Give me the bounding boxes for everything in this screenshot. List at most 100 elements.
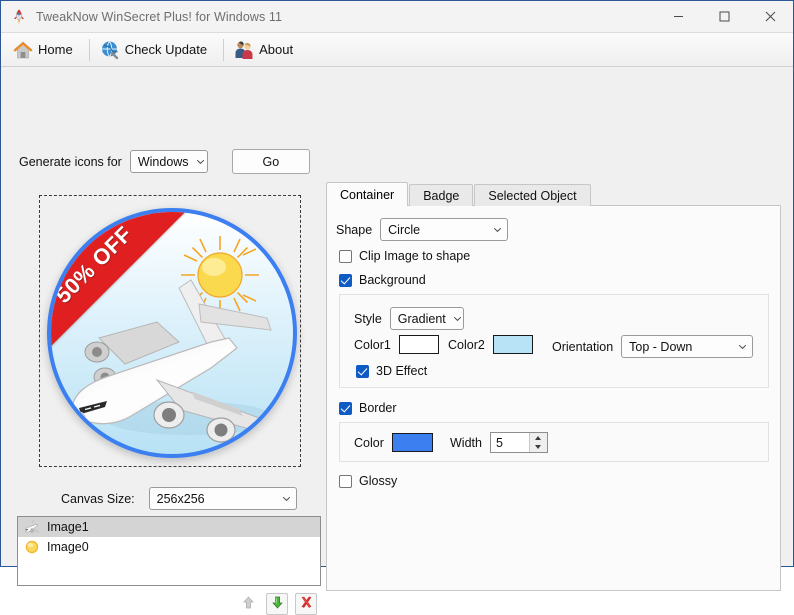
border-width-row: Width 5 xyxy=(450,432,548,453)
color2-swatch[interactable] xyxy=(493,335,533,354)
toolbar-label-home: Home xyxy=(38,42,73,57)
image-list-tools xyxy=(237,593,317,615)
shape-select[interactable]: Circle xyxy=(380,218,508,241)
triangle-down-icon xyxy=(535,445,541,449)
checkbox-box xyxy=(339,274,352,287)
canvas-size-row: Canvas Size: 256x256 xyxy=(61,487,297,510)
arrow-down-icon xyxy=(270,595,285,613)
color2-row: Color2 xyxy=(448,335,533,354)
style-label: Style xyxy=(354,312,382,326)
orientation-select[interactable]: Top - Down xyxy=(621,335,753,358)
home-icon xyxy=(12,39,34,61)
toolbar-item-check-update[interactable]: Check Update xyxy=(97,33,216,66)
arrow-up-icon xyxy=(241,595,256,613)
list-item[interactable]: Image1 xyxy=(18,517,320,537)
platform-select[interactable]: Windows xyxy=(130,150,208,173)
window-controls xyxy=(655,1,793,32)
checkbox-box xyxy=(339,475,352,488)
image-list[interactable]: Image1 Image0 xyxy=(17,516,321,586)
toolbar-item-about[interactable]: About xyxy=(231,33,302,66)
tab-strip: Container Badge Selected Object xyxy=(326,182,592,206)
border-label: Border xyxy=(359,401,397,415)
border-width-value: 5 xyxy=(491,433,529,452)
style-select-value: Gradient xyxy=(398,312,446,326)
chevron-down-icon xyxy=(492,224,503,235)
generate-row: Generate icons for Windows Go xyxy=(19,149,310,174)
canvas-size-select[interactable]: 256x256 xyxy=(149,487,297,510)
toolbar-separator xyxy=(223,39,224,61)
effect-3d-label: 3D Effect xyxy=(376,364,427,378)
toolbar-label-about: About xyxy=(259,42,293,57)
orientation-label: Orientation xyxy=(552,340,613,354)
toolbar-item-home[interactable]: Home xyxy=(10,33,82,66)
clip-image-checkbox[interactable]: Clip Image to shape xyxy=(339,249,470,263)
color1-label: Color1 xyxy=(354,338,391,352)
effect-3d-checkbox[interactable]: 3D Effect xyxy=(356,364,427,378)
style-select[interactable]: Gradient xyxy=(390,307,464,330)
main-toolbar: Home Check Update xyxy=(1,33,793,67)
list-item-label: Image0 xyxy=(47,540,89,554)
stepper-buttons xyxy=(529,433,547,452)
globe-icon xyxy=(99,39,121,61)
chevron-down-icon xyxy=(452,313,463,324)
shape-row: Shape Circle xyxy=(336,218,508,241)
color1-row: Color1 xyxy=(354,335,439,354)
preview-icon-disc: 50% OFF xyxy=(47,208,297,458)
clip-image-label: Clip Image to shape xyxy=(359,249,470,263)
border-color-swatch[interactable] xyxy=(392,433,433,452)
move-down-button[interactable] xyxy=(266,593,288,615)
canvas-size-label: Canvas Size: xyxy=(61,492,135,506)
title-bar: TweakNow WinSecret Plus! for Windows 11 xyxy=(1,1,793,33)
shape-label: Shape xyxy=(336,223,372,237)
window-title: TweakNow WinSecret Plus! for Windows 11 xyxy=(36,10,282,24)
close-button[interactable] xyxy=(747,1,793,32)
border-width-stepper[interactable]: 5 xyxy=(490,432,548,453)
border-width-label: Width xyxy=(450,436,482,450)
checkbox-box xyxy=(339,250,352,263)
toolbar-label-check-update: Check Update xyxy=(125,42,207,57)
chevron-down-icon xyxy=(281,493,292,504)
sun-thumb-icon xyxy=(24,539,40,555)
color2-label: Color2 xyxy=(448,338,485,352)
border-group: Color Width 5 xyxy=(339,422,769,462)
stepper-down-button[interactable] xyxy=(530,443,547,453)
border-checkbox[interactable]: Border xyxy=(339,401,397,415)
orientation-row: Orientation Top - Down xyxy=(552,335,753,358)
delete-x-icon xyxy=(299,595,314,613)
airplane-thumb-icon xyxy=(24,519,40,535)
shape-select-value: Circle xyxy=(388,223,420,237)
client-area: Generate icons for Windows Go xyxy=(1,67,793,566)
move-up-button[interactable] xyxy=(237,593,259,615)
border-color-label: Color xyxy=(354,436,384,450)
style-row: Style Gradient xyxy=(354,307,464,330)
color1-swatch[interactable] xyxy=(399,335,439,354)
tab-container-label: Container xyxy=(340,188,394,202)
checkbox-box xyxy=(356,365,369,378)
checkbox-box xyxy=(339,402,352,415)
delete-button[interactable] xyxy=(295,593,317,615)
tab-badge[interactable]: Badge xyxy=(409,184,473,206)
icon-preview-canvas[interactable]: 50% OFF xyxy=(39,195,301,467)
toolbar-separator xyxy=(89,39,90,61)
background-group: Style Gradient Color1 Color2 xyxy=(339,294,769,388)
list-item-label: Image1 xyxy=(47,520,89,534)
application-window: TweakNow WinSecret Plus! for Windows 11 xyxy=(0,0,794,567)
go-button[interactable]: Go xyxy=(232,149,310,174)
stepper-up-button[interactable] xyxy=(530,433,547,443)
chevron-down-icon xyxy=(737,341,748,352)
list-item[interactable]: Image0 xyxy=(18,537,320,557)
rocket-icon xyxy=(10,8,28,26)
tab-container[interactable]: Container xyxy=(326,182,408,206)
tab-selected-object[interactable]: Selected Object xyxy=(474,184,590,206)
glossy-label: Glossy xyxy=(359,474,397,488)
glossy-checkbox[interactable]: Glossy xyxy=(339,474,397,488)
orientation-select-value: Top - Down xyxy=(629,340,692,354)
border-color-row: Color xyxy=(354,433,433,452)
tab-badge-label: Badge xyxy=(423,189,459,203)
minimize-button[interactable] xyxy=(655,1,701,32)
go-button-label: Go xyxy=(263,155,280,169)
background-checkbox[interactable]: Background xyxy=(339,273,426,287)
canvas-size-value: 256x256 xyxy=(157,492,205,506)
maximize-button[interactable] xyxy=(701,1,747,32)
triangle-up-icon xyxy=(535,436,541,440)
